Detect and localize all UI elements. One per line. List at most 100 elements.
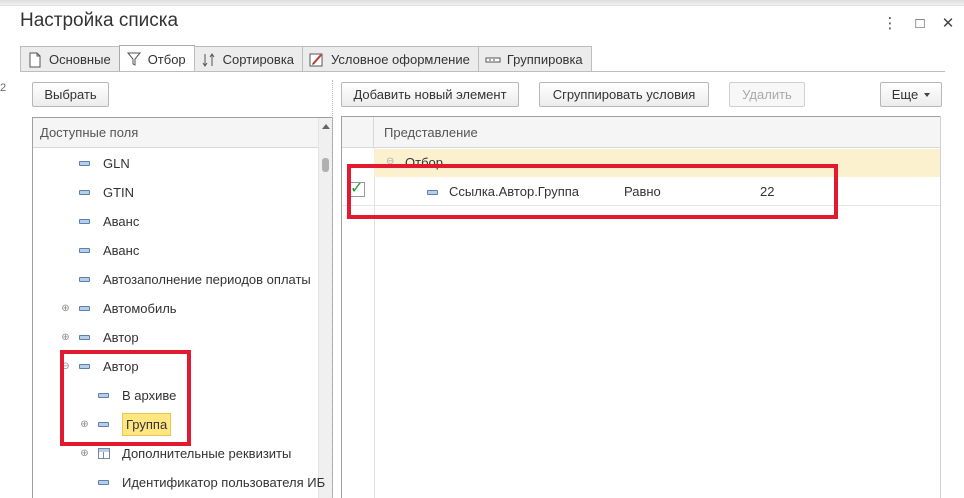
field-icon — [98, 422, 109, 427]
tree-item-label: GLN — [103, 156, 130, 171]
checkmark-icon: ✓ — [350, 180, 364, 197]
expand-icon[interactable]: ⊕ — [79, 448, 90, 459]
expand-icon[interactable]: ⊕ — [79, 419, 90, 430]
available-fields-tree[interactable]: Доступные поля GLN GTIN Аванс Аванс Авто… — [32, 117, 333, 498]
tree-header: Доступные поля — [33, 118, 332, 148]
tree-expander — [79, 390, 90, 401]
collapse-icon[interactable]: ⊖ — [386, 156, 394, 167]
filter-conditions-table[interactable]: Представление ⊖ Отбор ✓ Ссылка.Автор.Гру… — [341, 116, 941, 498]
tree-item-label: Аванс — [103, 214, 140, 229]
tree-expander — [60, 245, 71, 256]
background-window-fragment: 2 — [0, 82, 7, 94]
field-icon — [79, 306, 90, 311]
tab-label: Основные — [49, 52, 111, 67]
field-icon — [79, 190, 90, 195]
tree-scrollbar[interactable] — [318, 118, 332, 498]
dropdown-arrow-icon — [924, 92, 931, 97]
expand-icon[interactable]: ⊕ — [60, 303, 71, 314]
tree-item-selected[interactable]: ⊕ Группа — [79, 410, 172, 439]
background-window-strip — [0, 0, 964, 6]
tree-item[interactable]: Аванс — [60, 236, 139, 265]
brush-icon — [309, 52, 325, 68]
tree-item-label: Автор — [103, 359, 139, 374]
filter-group-row[interactable]: ⊖ Отбор — [342, 149, 941, 177]
tab-underline — [20, 71, 945, 72]
tab-filter[interactable]: Отбор — [118, 45, 195, 72]
tab-conditional-format[interactable]: Условное оформление — [302, 46, 479, 72]
filter-group-label: Отбор — [405, 155, 443, 170]
tab-label: Сортировка — [222, 52, 295, 67]
condition-field[interactable]: Ссылка.Автор.Группа — [449, 184, 579, 199]
more-button-label: Еще — [891, 87, 919, 102]
tab-grouping[interactable]: Группировка — [477, 46, 592, 72]
tab-label: Группировка — [506, 52, 583, 67]
tree-item[interactable]: ⊕ Автомобиль — [60, 294, 177, 323]
filter-scrollbar[interactable] — [940, 116, 964, 498]
group-conditions-button[interactable]: Сгруппировать условия — [539, 82, 709, 107]
tree-expander — [60, 274, 71, 285]
field-icon — [98, 480, 109, 485]
tab-strip: Основные Отбор Сортировка Условное оформ… — [20, 45, 592, 72]
tree-item[interactable]: В архиве — [79, 381, 176, 410]
tree-item-label: Идентификатор пользователя ИБ — [122, 475, 326, 490]
field-icon — [427, 190, 438, 195]
delete-button[interactable]: Удалить — [729, 82, 805, 107]
tree-item[interactable]: ⊖ Автор — [60, 352, 139, 381]
scroll-thumb[interactable] — [322, 158, 329, 172]
tree-expander — [60, 216, 71, 227]
tree-item-label: Автозаполнение периодов оплаты — [103, 272, 311, 287]
tree-item[interactable]: Аванс — [60, 207, 139, 236]
collapse-icon[interactable]: ⊖ — [60, 361, 71, 372]
tree-item[interactable]: Идентификатор пользователя ИБ — [79, 468, 325, 497]
filter-icon — [126, 51, 142, 67]
field-icon — [79, 248, 90, 253]
select-button[interactable]: Выбрать — [32, 82, 109, 107]
tab-sort[interactable]: Сортировка — [193, 46, 304, 72]
maximize-icon[interactable]: □ — [909, 12, 931, 34]
table-icon — [98, 448, 110, 459]
condition-operator[interactable]: Равно — [624, 184, 661, 199]
sort-icon — [201, 52, 217, 68]
panel-splitter[interactable] — [332, 80, 333, 498]
tree-item-label: GTIN — [103, 185, 135, 200]
tree-item-label: Группа — [122, 413, 172, 436]
tree-item-label: В архиве — [122, 388, 177, 403]
tree-expander — [79, 477, 90, 488]
scroll-up-icon[interactable] — [322, 124, 330, 129]
tree-item-label: Автор — [103, 330, 139, 345]
column-header-presentation: Представление — [384, 125, 478, 140]
expand-icon[interactable]: ⊕ — [60, 332, 71, 343]
close-icon[interactable]: ✕ — [937, 12, 959, 34]
tree-item-label: Дополнительные реквизиты — [122, 446, 292, 461]
field-icon — [79, 335, 90, 340]
add-element-button[interactable]: Добавить новый элемент — [341, 82, 519, 107]
field-icon — [79, 277, 90, 282]
filter-table-header: Представление — [342, 117, 941, 148]
tab-label: Отбор — [147, 51, 186, 67]
grouping-icon — [485, 52, 501, 68]
window-title: Настройка списка — [20, 10, 179, 31]
tree-item[interactable]: GTIN — [60, 178, 134, 207]
field-icon — [79, 219, 90, 224]
condition-checkbox[interactable]: ✓ — [350, 180, 365, 197]
field-icon — [79, 364, 90, 369]
tree-expander — [60, 187, 71, 198]
tree-item-label: Аванс — [103, 243, 140, 258]
group-check-cell — [342, 149, 374, 177]
condition-value[interactable]: 22 — [760, 184, 774, 199]
tree-item[interactable]: ⊕ Дополнительные реквизиты — [79, 439, 291, 468]
tree-expander — [60, 158, 71, 169]
more-actions-icon[interactable]: ⋮ — [879, 12, 901, 34]
tree-item[interactable]: ⊕ Автор — [60, 323, 139, 352]
field-icon — [79, 161, 90, 166]
tree-item[interactable]: GLN — [60, 149, 130, 178]
tab-main[interactable]: Основные — [20, 46, 120, 72]
tree-item[interactable]: Автозаполнение периодов оплаты — [60, 265, 311, 294]
more-button[interactable]: Еще — [880, 82, 942, 107]
tab-label: Условное оформление — [331, 52, 470, 67]
document-icon — [27, 52, 43, 68]
filter-condition-row[interactable]: ✓ Ссылка.Автор.Группа Равно 22 — [342, 177, 941, 206]
check-column-header — [342, 117, 374, 148]
field-icon — [98, 393, 109, 398]
tree-item-label: Автомобиль — [103, 301, 177, 316]
